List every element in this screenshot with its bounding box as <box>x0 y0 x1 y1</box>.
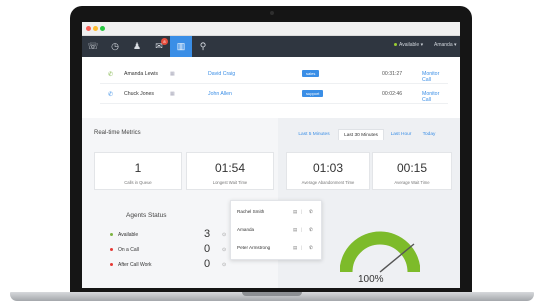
monitor-call-link[interactable]: Monitor Call <box>422 91 448 103</box>
call-duration: 00:02:46 <box>382 91 403 97</box>
calls-in-queue-label: Calls in Queue <box>124 180 152 185</box>
minimize-window-button[interactable] <box>93 26 98 31</box>
status-count: 0 <box>204 243 211 255</box>
chat-icon[interactable]: ▤ <box>293 209 297 215</box>
abandonment-value: 01:03 <box>312 161 344 175</box>
available-agents-popup: Rachel Smith ▤ | ✆ Amanda ▤ | ✆ Peter Ar… <box>230 200 322 260</box>
gauge-fill <box>340 231 420 273</box>
status-available: Available <box>110 232 138 238</box>
call-duration: 00:31:27 <box>382 71 403 77</box>
laptop-scene: ☏ ◷ ♟ ✉ 8 ▥ ⚲ Available ▾ Amanda ▾ ✆ Aman… <box>0 0 544 307</box>
status-label: After Call Work <box>118 262 152 268</box>
inbox-icon[interactable]: ✉ 8 <box>148 36 170 57</box>
camera <box>270 11 274 15</box>
status-count: 3 <box>204 228 211 240</box>
status-count: 0 <box>204 258 211 270</box>
tab-last-5-minutes[interactable]: Last 5 Minutes <box>292 129 336 140</box>
status-dot <box>110 248 113 252</box>
agent-name: Rachel Smith <box>237 209 265 214</box>
user-name: Amanda <box>434 42 453 48</box>
phone-icon[interactable]: ✆ <box>309 209 313 215</box>
call-tag: sales <box>302 70 320 77</box>
list-item: Amanda ▤ | ✆ <box>231 221 321 237</box>
caller-name: Amanda Lewis <box>124 71 159 77</box>
avg-wait-card: 00:15 Average Wait Time <box>372 152 452 190</box>
analytics-icon[interactable]: ▥ <box>170 36 192 57</box>
info-icon[interactable]: ⊙ <box>222 247 226 253</box>
chat-icon[interactable]: ▤ <box>293 227 297 233</box>
list-item: Rachel Smith ▤ | ✆ <box>231 203 321 219</box>
person-icon[interactable]: ♟ <box>126 36 148 57</box>
agent-link[interactable]: John Allen <box>208 91 232 97</box>
inbox-badge: 8 <box>161 38 168 45</box>
abandonment-label: Average Abandonment Time <box>301 180 355 185</box>
tab-today[interactable]: Today <box>418 129 440 140</box>
separator: | <box>301 245 303 250</box>
agent-name: Peter Armstrong <box>237 245 271 250</box>
table-row: ✆ Chuck Jones ▦ John Allen support 00:02… <box>100 84 448 104</box>
avg-wait-label: Average Wait Time <box>394 180 430 185</box>
laptop-notch <box>242 292 302 296</box>
table-row: ✆ Amanda Lewis ▦ David Craig sales 00:31… <box>100 64 448 84</box>
list-item: Peter Armstrong ▤ | ✆ <box>231 239 321 255</box>
status-label: On a Call <box>118 247 139 253</box>
info-icon[interactable]: ⊙ <box>222 232 226 238</box>
caller-name: Chuck Jones <box>124 91 154 97</box>
close-window-button[interactable] <box>86 26 91 31</box>
agents-status-title: Agents Status <box>126 212 167 219</box>
grid-icon: ▦ <box>170 91 175 97</box>
maximize-window-button[interactable] <box>100 26 105 31</box>
app-screen: ☏ ◷ ♟ ✉ 8 ▥ ⚲ Available ▾ Amanda ▾ ✆ Aman… <box>82 22 460 288</box>
longest-wait-value: 01:54 <box>214 161 246 175</box>
info-icon[interactable]: ⊙ <box>222 262 226 268</box>
separator: | <box>301 209 303 214</box>
agent-link[interactable]: David Craig <box>208 71 235 77</box>
window-titlebar <box>82 22 460 36</box>
phone-icon[interactable]: ✆ <box>309 245 313 251</box>
status-on-call: On a Call <box>110 247 139 253</box>
available-dot <box>394 43 397 47</box>
status-dot <box>110 233 113 237</box>
availability-dropdown[interactable]: Available ▾ <box>394 42 423 48</box>
top-navbar: ☏ ◷ ♟ ✉ 8 ▥ ⚲ Available ▾ Amanda ▾ <box>82 36 460 57</box>
call-tag: support <box>302 90 324 97</box>
longest-wait-label: Longest Wait Time <box>212 180 248 185</box>
separator: | <box>301 227 303 232</box>
status-after-call-work: After Call Work <box>110 262 152 268</box>
calls-in-queue-card: 1 Calls in Queue <box>94 152 182 190</box>
status-label: Available <box>118 232 139 238</box>
phone-icon[interactable]: ✆ <box>309 227 313 233</box>
chat-icon[interactable]: ▤ <box>293 245 297 251</box>
clock-icon[interactable]: ◷ <box>104 36 126 57</box>
avg-wait-value: 00:15 <box>396 161 428 175</box>
user-menu[interactable]: Amanda ▾ <box>434 42 457 48</box>
agent-name: Amanda <box>237 227 255 232</box>
status-dot <box>110 263 113 267</box>
phone-incoming-icon: ✆ <box>108 72 114 78</box>
phone-icon[interactable]: ☏ <box>82 36 104 57</box>
tab-last-30-minutes[interactable]: Last 30 Minutes <box>338 129 384 140</box>
calls-in-queue-value: 1 <box>134 161 142 175</box>
service-level-gauge <box>340 231 420 273</box>
realtime-metrics-title: Real-time Metrics <box>94 130 141 136</box>
abandonment-card: 01:03 Average Abandonment Time <box>286 152 370 190</box>
phone-outgoing-icon: ✆ <box>108 92 114 98</box>
longest-wait-card: 01:54 Longest Wait Time <box>186 152 274 190</box>
monitor-call-link[interactable]: Monitor Call <box>422 71 448 83</box>
availability-label: Available <box>399 42 420 48</box>
tab-last-hour[interactable]: Last Hour <box>386 129 416 140</box>
grid-icon: ▦ <box>170 71 175 77</box>
pin-icon[interactable]: ⚲ <box>192 36 214 57</box>
gauge-percent: 100% <box>358 274 384 285</box>
